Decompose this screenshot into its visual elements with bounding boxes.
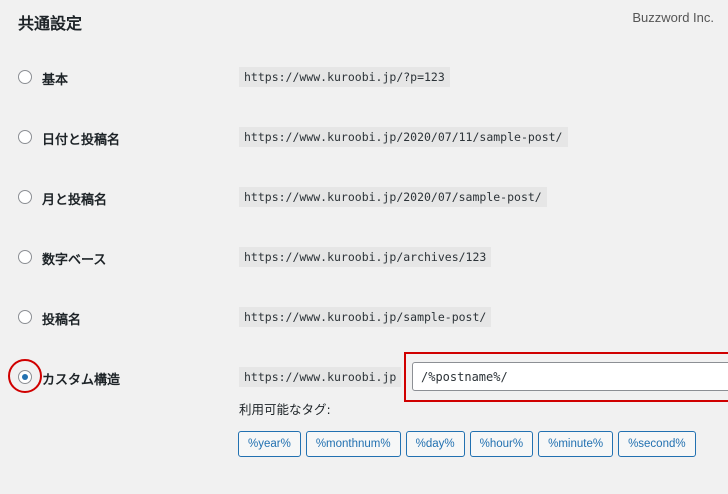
permalink-option-numeric[interactable]: 数字ベース https://www.kuroobi.jp/archives/12… xyxy=(0,243,728,273)
section-title: 共通設定 xyxy=(18,14,83,33)
available-tags-label: 利用可能なタグ: xyxy=(239,402,331,417)
radio-day-name[interactable] xyxy=(18,130,32,144)
tag-monthnum-button[interactable]: %monthnum% xyxy=(305,431,401,457)
option-label: 投稿名 xyxy=(42,313,82,328)
tag-year-button[interactable]: %year% xyxy=(238,431,301,457)
example-url: https://www.kuroobi.jp/2020/07/11/sample… xyxy=(239,127,568,147)
available-tags-list: %year% %monthnum% %day% %hour% %minute% … xyxy=(238,431,696,457)
option-label: 月と投稿名 xyxy=(42,193,108,208)
tag-minute-button[interactable]: %minute% xyxy=(538,431,614,457)
option-label: 数字ベース xyxy=(42,253,107,268)
permalink-option-basic[interactable]: 基本 https://www.kuroobi.jp/?p=123 xyxy=(0,63,728,93)
option-label: 日付と投稿名 xyxy=(42,133,121,148)
tag-second-button[interactable]: %second% xyxy=(618,431,696,457)
example-url: https://www.kuroobi.jp/archives/123 xyxy=(239,247,492,267)
radio-numeric[interactable] xyxy=(18,250,32,264)
radio-highlight-annotation xyxy=(8,359,42,393)
radio-basic[interactable] xyxy=(18,70,32,84)
example-url: https://www.kuroobi.jp/sample-post/ xyxy=(239,307,492,327)
radio-post-name[interactable] xyxy=(18,310,32,324)
tag-day-button[interactable]: %day% xyxy=(405,431,465,457)
example-url: https://www.kuroobi.jp/2020/07/sample-po… xyxy=(239,187,547,207)
option-label: カスタム構造 xyxy=(42,373,121,388)
watermark: Buzzword Inc. xyxy=(632,10,714,25)
radio-month-name[interactable] xyxy=(18,190,32,204)
custom-base-url: https://www.kuroobi.jp xyxy=(239,367,402,387)
permalink-option-month-name[interactable]: 月と投稿名 https://www.kuroobi.jp/2020/07/sam… xyxy=(0,183,728,213)
permalink-option-day-name[interactable]: 日付と投稿名 https://www.kuroobi.jp/2020/07/11… xyxy=(0,123,728,153)
option-label: 基本 xyxy=(42,73,69,88)
permalink-option-post-name[interactable]: 投稿名 https://www.kuroobi.jp/sample-post/ xyxy=(0,303,728,333)
custom-structure-input[interactable] xyxy=(412,362,728,391)
example-url: https://www.kuroobi.jp/?p=123 xyxy=(239,67,450,87)
tag-hour-button[interactable]: %hour% xyxy=(469,431,534,457)
